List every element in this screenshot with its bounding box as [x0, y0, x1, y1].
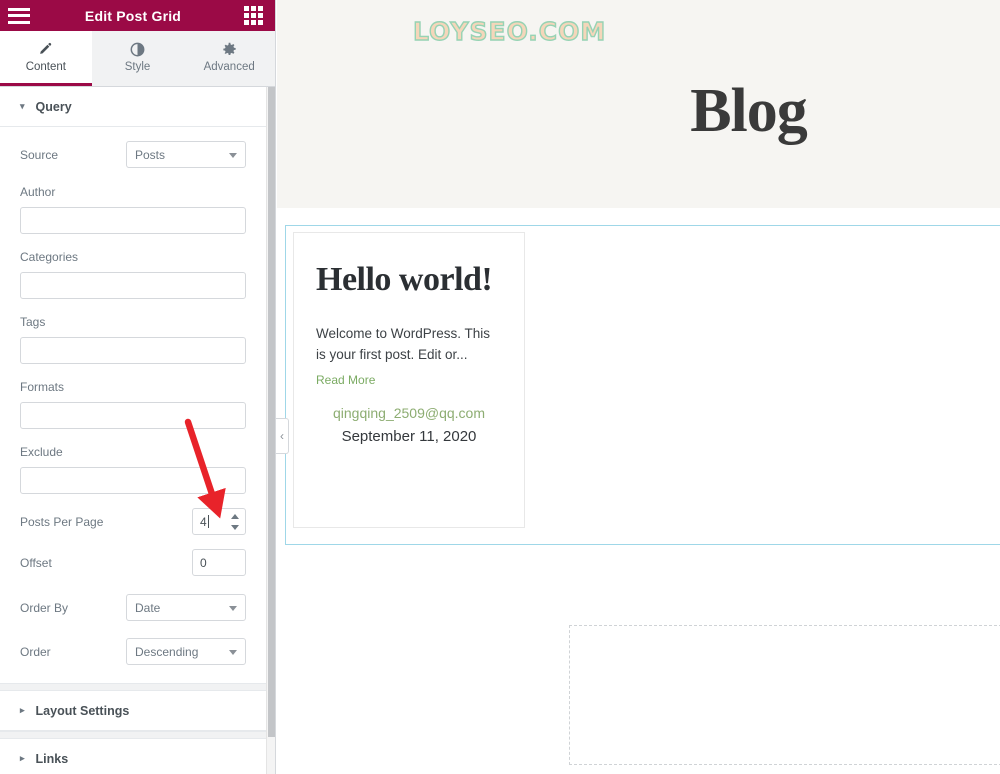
grid-apps-icon[interactable] — [244, 6, 263, 25]
author-input[interactable] — [20, 207, 246, 234]
section-links[interactable]: ▸ Links — [0, 739, 266, 774]
chevron-right-icon: ▸ — [20, 705, 25, 715]
tags-input[interactable] — [20, 337, 246, 364]
panel-title: Edit Post Grid — [84, 7, 182, 24]
widget-dropzone[interactable]: Drag widget here — [569, 625, 1000, 765]
formats-input[interactable] — [20, 402, 246, 429]
chevron-down-icon — [229, 605, 237, 611]
read-more-link[interactable]: Read More — [316, 373, 502, 387]
field-tags: Tags — [20, 313, 246, 364]
order-by-select[interactable]: Date — [126, 594, 246, 621]
field-formats: Formats — [20, 378, 246, 429]
site-watermark: LOYSEO.COM — [412, 16, 607, 46]
chevron-right-icon: ▸ — [20, 753, 25, 763]
editor-panel: Edit Post Grid Content Style Advanced ▾ … — [0, 0, 276, 774]
preview-hero: LOYSEO.COM Blog — [277, 0, 1000, 208]
section-query[interactable]: ▾ Query — [0, 87, 266, 127]
dropzone-inner: Drag widget here — [570, 662, 1000, 728]
field-order: Order Descending — [20, 638, 246, 665]
field-exclude: Exclude — [20, 443, 246, 494]
field-categories: Categories — [20, 248, 246, 299]
field-formats-label: Formats — [20, 380, 65, 394]
post-grid-widget[interactable]: Hello world! Welcome to WordPress. This … — [285, 225, 1000, 545]
post-card[interactable]: Hello world! Welcome to WordPress. This … — [293, 232, 525, 528]
field-order-label: Order — [20, 644, 51, 659]
field-posts-per-page-label: Posts Per Page — [20, 514, 104, 529]
offset-input[interactable]: 0 — [192, 549, 246, 576]
panel-body: ▾ Query Source Posts Author Categories T… — [0, 87, 275, 774]
offset-value: 0 — [200, 555, 207, 570]
panel-collapse-handle[interactable]: ‹ — [276, 418, 289, 454]
tab-style-label: Style — [124, 61, 151, 73]
section-layout-settings-label: Layout Settings — [35, 703, 130, 718]
post-title[interactable]: Hello world! — [316, 259, 502, 301]
page-title: Blog — [277, 76, 1000, 147]
exclude-input[interactable] — [20, 467, 246, 494]
panel-tabs: Content Style Advanced — [0, 31, 275, 87]
order-select[interactable]: Descending — [126, 638, 246, 665]
order-by-select-value: Date — [135, 600, 161, 615]
panel-scrollbar-thumb[interactable] — [268, 87, 275, 737]
panel-header: Edit Post Grid — [0, 0, 275, 31]
field-source: Source Posts — [20, 141, 246, 168]
tab-content[interactable]: Content — [0, 31, 92, 86]
field-tags-label: Tags — [20, 315, 46, 329]
section-divider — [0, 731, 266, 739]
field-author-label: Author — [20, 185, 56, 199]
field-order-by: Order By Date — [20, 594, 246, 621]
section-query-label: Query — [35, 99, 72, 114]
post-meta: qingqing_2509@qq.com September 11, 2020 — [316, 401, 502, 449]
tab-content-label: Content — [25, 61, 66, 73]
tab-advanced-label: Advanced — [203, 61, 255, 73]
panel-scroll-area: ▾ Query Source Posts Author Categories T… — [0, 87, 266, 774]
post-date: September 11, 2020 — [341, 428, 477, 445]
order-select-value: Descending — [135, 644, 199, 659]
field-order-by-label: Order By — [20, 600, 69, 615]
section-links-label: Links — [35, 751, 69, 766]
section-divider — [0, 683, 266, 691]
source-select-value: Posts — [135, 147, 166, 162]
post-author[interactable]: qingqing_2509@qq.com — [316, 401, 502, 425]
source-select[interactable]: Posts — [126, 141, 246, 168]
panel-scrollbar[interactable] — [266, 87, 275, 774]
text-cursor — [207, 515, 209, 528]
section-layout-settings[interactable]: ▸ Layout Settings — [0, 691, 266, 731]
stepper-arrows-icon[interactable] — [230, 513, 239, 530]
field-source-label: Source — [20, 147, 59, 162]
field-categories-label: Categories — [20, 250, 79, 264]
field-posts-per-page: Posts Per Page 4 — [20, 508, 246, 535]
gear-icon — [222, 41, 237, 57]
field-offset: Offset 0 — [20, 549, 246, 576]
pencil-icon — [38, 41, 53, 57]
posts-per-page-stepper[interactable]: 4 — [192, 508, 246, 535]
posts-per-page-value: 4 — [200, 514, 207, 529]
page-title-text: Blog — [690, 77, 808, 145]
field-author: Author — [20, 183, 246, 234]
field-exclude-label: Exclude — [20, 445, 63, 459]
query-controls: Source Posts Author Categories Tags Form… — [0, 127, 266, 683]
page-preview: LOYSEO.COM Blog Hello world! Welcome to … — [277, 0, 1000, 774]
field-offset-label: Offset — [20, 555, 52, 570]
chevron-down-icon — [229, 152, 237, 158]
half-circle-contrast-icon — [130, 41, 145, 57]
categories-input[interactable] — [20, 272, 246, 299]
tab-style[interactable]: Style — [91, 31, 184, 86]
chevron-down-icon — [229, 649, 237, 655]
tab-advanced[interactable]: Advanced — [183, 31, 275, 86]
chevron-down-icon: ▾ — [20, 101, 25, 111]
post-excerpt: Welcome to WordPress. This is your first… — [316, 326, 491, 362]
